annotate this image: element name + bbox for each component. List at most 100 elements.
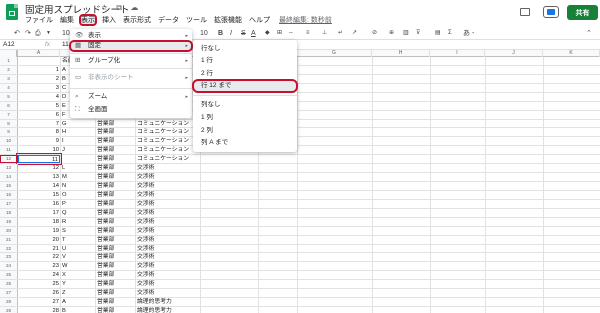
cell-d[interactable]: 交渉術	[135, 262, 200, 270]
view-group-item[interactable]: ⊞ グループ化 ▸	[70, 56, 192, 66]
table-row[interactable]: 18 17 Q 営業部 交渉術	[0, 208, 600, 218]
last-edit-link[interactable]: 最終編集: 数秒前	[279, 15, 332, 25]
present-icon[interactable]	[543, 6, 559, 18]
row-header[interactable]: 28	[0, 298, 18, 307]
cell-b[interactable]: Y	[60, 280, 95, 288]
view-fullscreen-item[interactable]: ⛶ 全画面	[70, 105, 192, 115]
table-row[interactable]: 20 19 S 営業部 交渉術	[0, 226, 600, 236]
cell-c[interactable]: 営業部	[95, 280, 135, 288]
cell-a[interactable]: 19	[18, 227, 60, 235]
table-row[interactable]: 16 15 O 営業部 交渉術	[0, 190, 600, 200]
cell-d[interactable]: コミュニケーション	[135, 155, 200, 163]
cell-d[interactable]: 交渉術	[135, 280, 200, 288]
table-row[interactable]: 9 8 H 営業部 コミュニケーション	[0, 128, 600, 138]
row-header[interactable]: 5	[0, 92, 18, 101]
cell-b[interactable]: B	[60, 307, 95, 313]
cell-c[interactable]: 営業部	[95, 164, 135, 172]
cell-b[interactable]: O	[60, 191, 95, 199]
row-header[interactable]: 24	[0, 262, 18, 271]
cell-b[interactable]: Q	[60, 209, 95, 217]
cell-a[interactable]: 8	[18, 128, 60, 136]
chart-icon[interactable]: ▥	[403, 28, 409, 39]
freeze-option-4[interactable]: 行 12 まで	[192, 79, 298, 93]
cell-d[interactable]: 交渉術	[135, 227, 200, 235]
cell-a[interactable]: 21	[18, 245, 60, 253]
cell-c[interactable]: 営業部	[95, 191, 135, 199]
table-row[interactable]: 27 26 Z 営業部 交渉術	[0, 289, 600, 299]
cell-c[interactable]: 営業部	[95, 128, 135, 136]
print-icon[interactable]: ⎙	[35, 28, 41, 39]
table-row[interactable]: 14 13 M 営業部 交渉術	[0, 173, 600, 182]
rotate-icon[interactable]: ↗	[352, 28, 357, 39]
cell-a[interactable]: 22	[18, 253, 60, 261]
table-row[interactable]: 19 18 R 営業部 交渉術	[0, 217, 600, 227]
cell-c[interactable]: 営業部	[95, 155, 135, 163]
cell-a[interactable]: 2	[18, 75, 60, 83]
cell-d[interactable]: 交渉術	[135, 289, 200, 297]
row-header[interactable]: 10	[0, 137, 18, 146]
strikethrough-button[interactable]: S	[241, 28, 246, 39]
cell-b[interactable]: M	[60, 173, 95, 181]
cell-b[interactable]: W	[60, 262, 95, 270]
cell-a[interactable]: 25	[18, 280, 60, 288]
row-header[interactable]: 17	[0, 199, 18, 208]
cell-a[interactable]: 12	[18, 164, 60, 172]
freeze-option-8[interactable]: 列 A まで	[193, 137, 297, 149]
row-header[interactable]: 21	[0, 235, 18, 244]
filter-view-icon[interactable]: ▤	[435, 28, 441, 39]
table-row[interactable]: 23 22 V 営業部 交渉術	[0, 253, 600, 263]
cell-d[interactable]: コミュニケーション	[135, 146, 200, 154]
cell-d[interactable]: コミュニケーション	[135, 120, 200, 128]
cell-d[interactable]: 交渉術	[135, 218, 200, 226]
row-header[interactable]: 26	[0, 280, 18, 289]
cell-d[interactable]: 交渉術	[135, 236, 200, 244]
paint-format-icon[interactable]: ▼	[46, 28, 51, 39]
row-header[interactable]: 9	[0, 128, 18, 137]
wrap-icon[interactable]: ↵	[338, 28, 343, 39]
cell-a[interactable]: 5	[18, 102, 60, 110]
menu-help[interactable]: ヘルプ	[249, 15, 270, 25]
freeze-option-5[interactable]: 列なし	[193, 99, 297, 111]
cell-d[interactable]: 交渉術	[135, 164, 200, 172]
cell-c[interactable]: 営業部	[95, 218, 135, 226]
menu-view[interactable]: 表示	[79, 14, 97, 26]
row-header[interactable]: 7	[0, 110, 18, 119]
table-row[interactable]: 17 16 P 営業部 交渉術	[0, 199, 600, 209]
cell-b[interactable]: U	[60, 245, 95, 253]
menu-extensions[interactable]: 拡張機能	[214, 15, 242, 25]
col-header-h[interactable]: H	[372, 50, 430, 57]
cell-a[interactable]: 4	[18, 93, 60, 101]
table-row[interactable]: 13 12 L 営業部 交渉術	[0, 164, 600, 174]
formula-input[interactable]: 11	[62, 40, 69, 50]
cell-c[interactable]: 営業部	[95, 173, 135, 181]
fill-color-icon[interactable]: ◆	[265, 28, 270, 39]
font-size-input[interactable]: 10	[200, 28, 208, 39]
italic-button[interactable]: I	[230, 28, 232, 39]
row-header[interactable]: 23	[0, 253, 18, 262]
cell-c[interactable]: 営業部	[95, 200, 135, 208]
col-header-k[interactable]: K	[543, 50, 600, 57]
row-header[interactable]: 4	[0, 83, 18, 92]
merge-icon[interactable]: ⇔	[288, 28, 294, 39]
table-row[interactable]: 21 20 T 営業部 交渉術	[0, 235, 600, 245]
row-header[interactable]: 1	[0, 57, 18, 65]
cell-c[interactable]: 営業部	[95, 307, 135, 313]
cell-b[interactable]: A	[60, 298, 95, 306]
cell-c[interactable]: 営業部	[95, 245, 135, 253]
valign-icon[interactable]: ⊥	[322, 28, 327, 39]
cell-a[interactable]	[18, 57, 60, 65]
functions-icon[interactable]: Σ	[448, 28, 452, 39]
cell-a[interactable]: 27	[18, 298, 60, 306]
cell-d[interactable]: 交渉術	[135, 191, 200, 199]
cell-a[interactable]: 9	[18, 137, 60, 145]
row-header[interactable]: 19	[0, 217, 18, 226]
view-zoom-item[interactable]: ⌕ ズーム ▸	[70, 92, 192, 102]
table-row[interactable]: 15 14 N 営業部 交渉術	[0, 182, 600, 191]
freeze-option-1[interactable]: 行なし	[193, 43, 297, 55]
cell-d[interactable]: 交渉術	[135, 182, 200, 190]
row-header[interactable]: 3	[0, 74, 18, 83]
cell-a[interactable]: 11	[16, 153, 62, 166]
cell-c[interactable]: 営業部	[95, 209, 135, 217]
cell-d[interactable]: 交渉術	[135, 271, 200, 279]
row-header[interactable]: 15	[0, 182, 18, 190]
